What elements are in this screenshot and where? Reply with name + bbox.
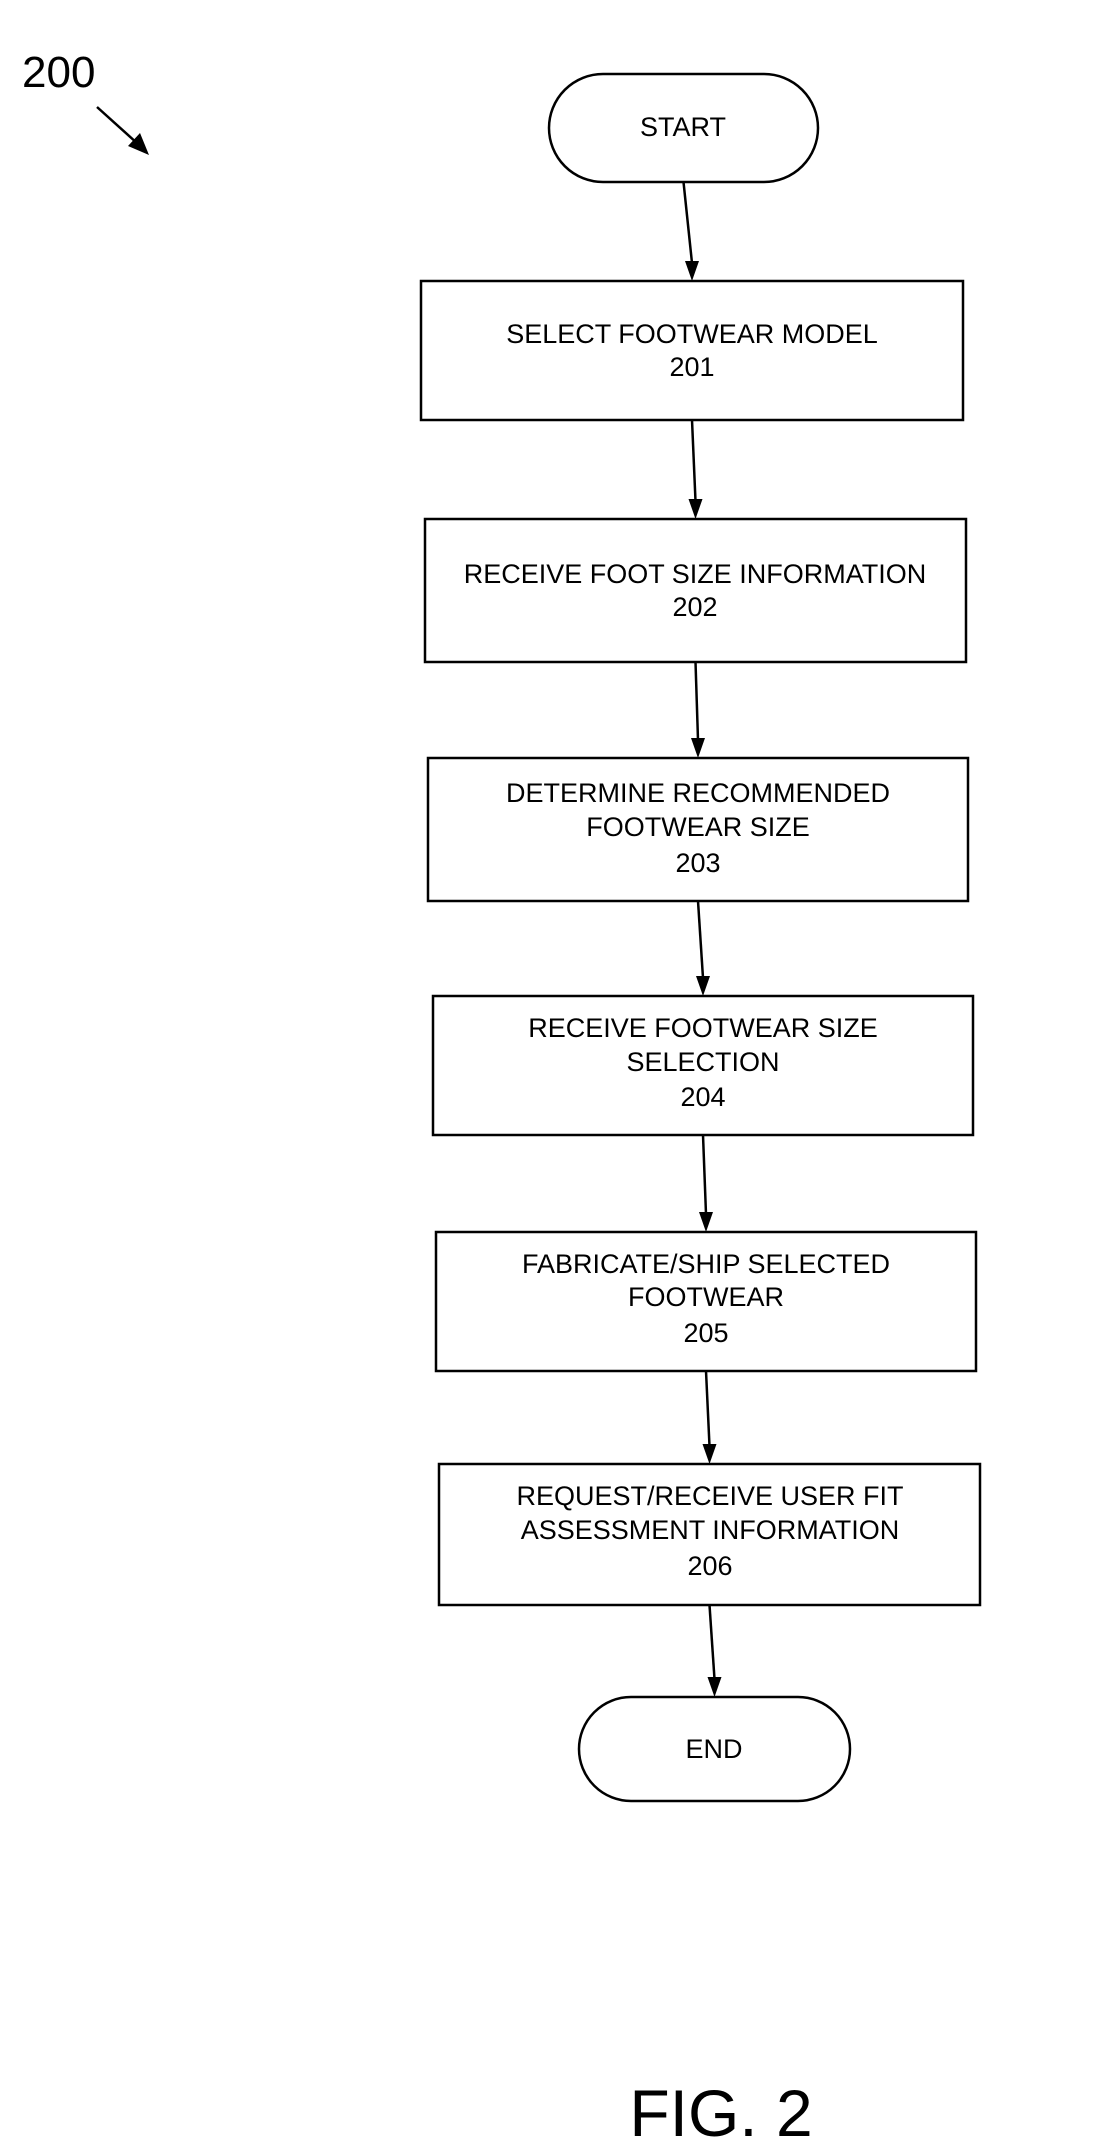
reference-pointer-line bbox=[96, 106, 139, 145]
process-step-204-label-line-1: RECEIVE FOOTWEAR SIZE bbox=[528, 1013, 878, 1043]
process-step-206-label-line-2: ASSESSMENT INFORMATION bbox=[521, 1515, 900, 1545]
arrowhead-icon-205-to-206 bbox=[702, 1444, 717, 1464]
arrowhead-icon-203-to-204 bbox=[696, 976, 710, 996]
connector-line-206-to-end bbox=[708, 1604, 716, 1680]
connector-line-203-to-204 bbox=[696, 900, 705, 979]
process-step-202: RECEIVE FOOT SIZE INFORMATION 202 bbox=[423, 517, 968, 664]
end-terminal-label: END bbox=[685, 1734, 742, 1764]
connector-line-201-to-202 bbox=[690, 419, 697, 502]
arrowhead-icon-202-to-203 bbox=[691, 738, 705, 758]
arrowhead-icon-204-to-205 bbox=[699, 1212, 713, 1232]
start-terminal: START bbox=[547, 72, 820, 184]
process-step-206-label-line-1: REQUEST/RECEIVE USER FIT bbox=[516, 1481, 903, 1511]
process-step-202-box bbox=[423, 517, 968, 664]
process-step-202-number: 202 bbox=[672, 592, 717, 622]
figure-caption: FIG. 2 bbox=[629, 2076, 812, 2150]
end-terminal: END bbox=[577, 1695, 852, 1803]
process-step-204-label-line-2: SELECTION bbox=[626, 1047, 779, 1077]
arrowhead-icon-206-to-end bbox=[707, 1677, 722, 1697]
process-step-203-label-line-2: FOOTWEAR SIZE bbox=[586, 812, 810, 842]
arrowhead-icon-start-to-201 bbox=[685, 261, 699, 281]
process-step-203-label-line-1: DETERMINE RECOMMENDED bbox=[506, 778, 890, 808]
process-step-204-number: 204 bbox=[680, 1082, 725, 1112]
process-step-201-label-line-1: SELECT FOOTWEAR MODEL bbox=[506, 319, 878, 349]
process-step-203: DETERMINE RECOMMENDED FOOTWEAR SIZE 203 bbox=[426, 756, 970, 903]
reference-pointer-arrow bbox=[96, 106, 149, 155]
process-step-206-number: 206 bbox=[687, 1551, 732, 1581]
process-step-201: SELECT FOOTWEAR MODEL 201 bbox=[419, 279, 965, 422]
process-step-205: FABRICATE/SHIP SELECTED FOOTWEAR 205 bbox=[434, 1230, 978, 1373]
process-step-205-label-line-2: FOOTWEAR bbox=[628, 1282, 784, 1312]
figure-reference-numeral: 200 bbox=[22, 48, 95, 97]
process-step-205-number: 205 bbox=[683, 1318, 728, 1348]
start-terminal-label: START bbox=[640, 112, 726, 142]
process-step-202-label-line-1: RECEIVE FOOT SIZE INFORMATION bbox=[464, 559, 927, 589]
connector-line-start-to-201 bbox=[682, 181, 694, 264]
process-step-206: REQUEST/RECEIVE USER FIT ASSESSMENT INFO… bbox=[437, 1462, 982, 1607]
arrowhead-icon-201-to-202 bbox=[688, 499, 703, 519]
connector-line-204-to-205 bbox=[701, 1134, 708, 1215]
process-step-205-label-line-1: FABRICATE/SHIP SELECTED bbox=[522, 1249, 890, 1279]
connector-line-202-to-203 bbox=[694, 661, 700, 741]
flowchart-canvas: 200 START SELECT FOOTWEAR MODEL 201 RECE… bbox=[22, 48, 982, 2150]
process-step-201-box bbox=[419, 279, 965, 422]
connector-line-205-to-206 bbox=[704, 1370, 711, 1447]
process-step-204: RECEIVE FOOTWEAR SIZE SELECTION 204 bbox=[431, 994, 975, 1137]
process-step-203-number: 203 bbox=[675, 848, 720, 878]
process-step-201-number: 201 bbox=[669, 352, 714, 382]
